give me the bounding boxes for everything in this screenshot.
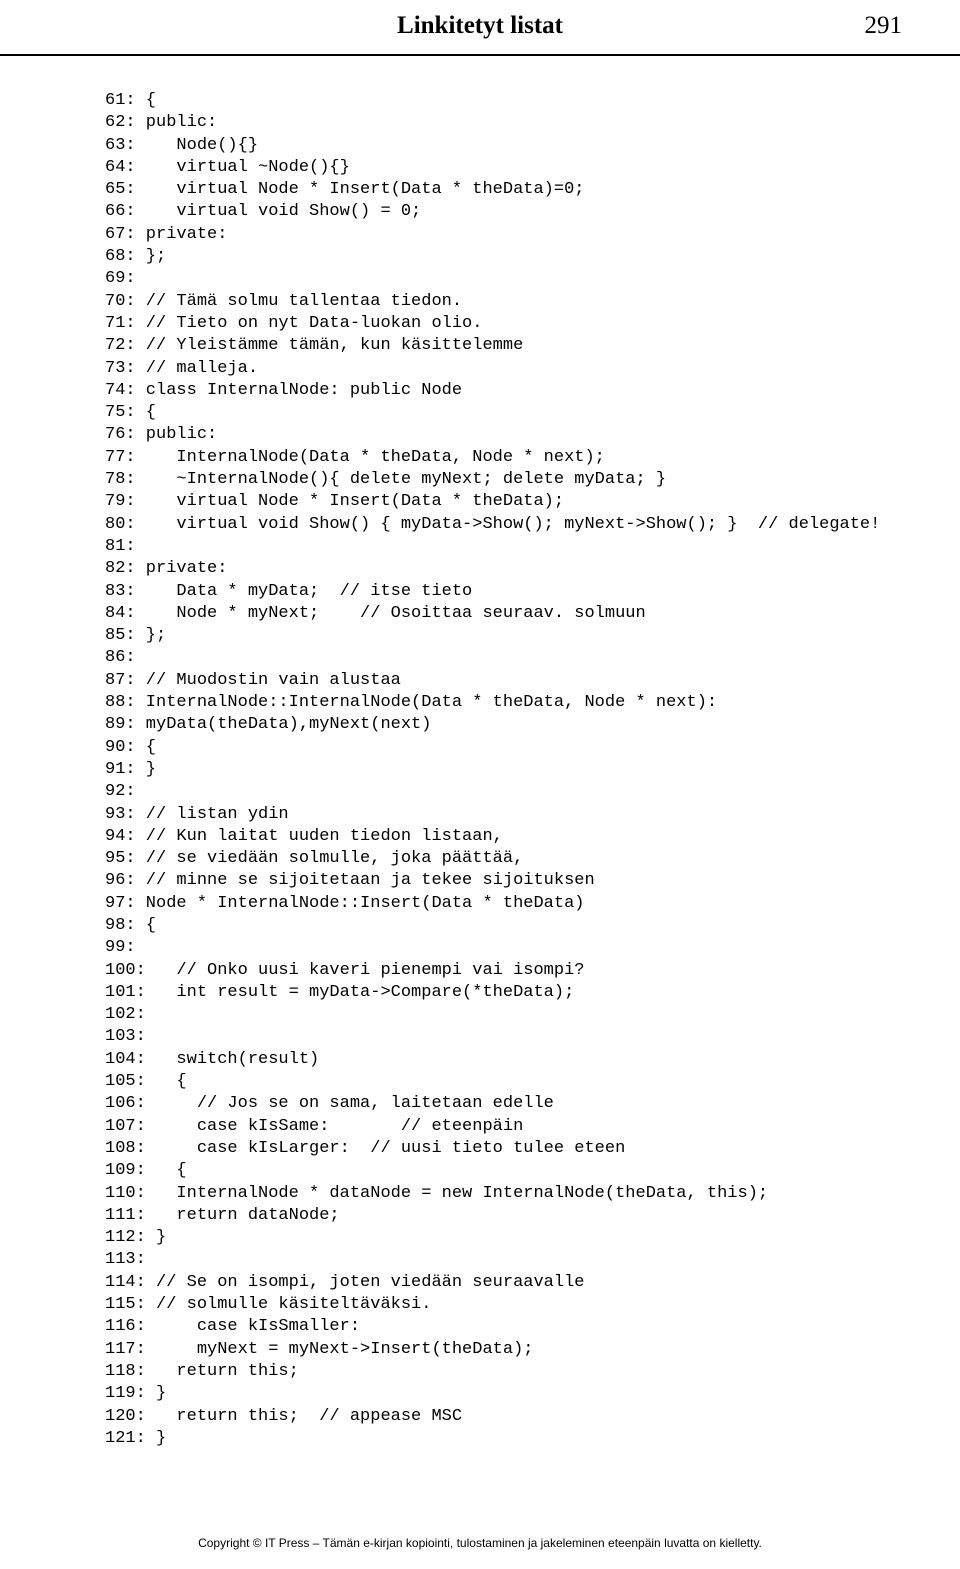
header-underline	[0, 54, 960, 56]
page-number: 291	[865, 12, 903, 40]
chapter-title: Linkitetyt listat	[0, 12, 960, 40]
code-listing: 61: { 62: public: 63: Node(){} 64: virtu…	[105, 90, 880, 1450]
copyright-footer: Copyright © IT Press – Tämän e-kirjan ko…	[0, 1536, 960, 1550]
